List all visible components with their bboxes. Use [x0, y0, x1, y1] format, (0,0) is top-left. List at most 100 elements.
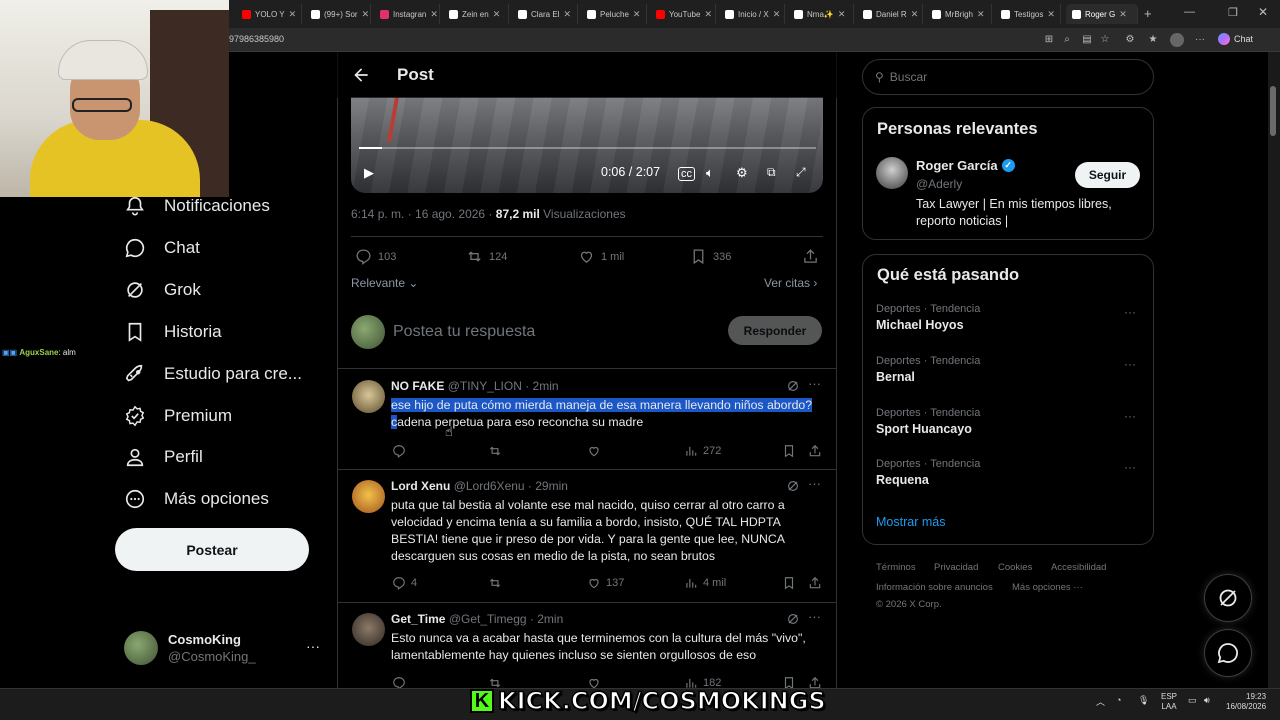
scrollbar[interactable]	[1268, 52, 1280, 688]
browser-tab[interactable]: Inicio / X ✕	[719, 4, 785, 24]
like-stat[interactable]: 1 mil	[578, 248, 624, 265]
tab-close-icon[interactable]: ✕	[977, 9, 985, 20]
person-name[interactable]: Roger García ✓	[916, 158, 1015, 173]
browser-tab[interactable]: Instagran ✕	[374, 4, 440, 24]
trend-more-icon[interactable]: ···	[1124, 305, 1136, 319]
close-window-button[interactable]: ✕	[1258, 5, 1268, 19]
zoom-icon[interactable]: ⌕	[1060, 33, 1074, 47]
tab-close-icon[interactable]: ✕	[773, 9, 781, 20]
trend-item[interactable]: Deportes · Tendencia Bernal	[876, 355, 980, 384]
tab-close-icon[interactable]: ✕	[1119, 9, 1127, 20]
tray-app-icon[interactable]: ◔	[1116, 695, 1121, 705]
reply-more-icon[interactable]: ···	[808, 476, 821, 491]
nav-item-más[interactable]: Más opciones	[124, 483, 269, 515]
speaker-icon[interactable]: 🔊︎	[1204, 695, 1210, 706]
extension-icon[interactable]: ⚙	[1123, 33, 1137, 47]
nav-item-chat[interactable]: Chat	[124, 232, 200, 264]
reply-avatar[interactable]	[352, 380, 385, 413]
reply-more-icon[interactable]: ···	[808, 376, 821, 391]
browser-tab[interactable]: (99+) Sor ✕	[305, 4, 371, 24]
browser-tab[interactable]: Nma✨ ✕	[788, 4, 854, 24]
share-action[interactable]	[808, 576, 822, 590]
grok-fab[interactable]	[1204, 574, 1252, 622]
repost-action[interactable]	[488, 576, 507, 590]
post-button[interactable]: Postear	[115, 528, 309, 571]
footer-link[interactable]: Más opciones ···	[1012, 582, 1083, 593]
grok-explain-icon[interactable]	[786, 612, 800, 626]
like-action[interactable]	[587, 444, 606, 458]
minimize-button[interactable]: —	[1184, 6, 1195, 18]
views-action[interactable]: 4 mil	[684, 576, 726, 590]
views-action[interactable]: 272	[684, 444, 721, 458]
network-icon[interactable]: ▭	[1188, 695, 1197, 706]
captions-icon[interactable]: cc	[678, 167, 695, 181]
tab-close-icon[interactable]: ✕	[704, 9, 712, 20]
reply-more-icon[interactable]: ···	[808, 609, 821, 624]
mic-icon[interactable]: 🎙︎	[1138, 695, 1149, 706]
footer-link[interactable]: Cookies	[998, 562, 1032, 573]
reply-author[interactable]: NO FAKE	[391, 379, 444, 393]
bookmark-action[interactable]	[782, 576, 796, 590]
person-avatar[interactable]	[876, 157, 908, 189]
reply-action[interactable]: 4	[392, 576, 417, 590]
share-action[interactable]	[808, 444, 822, 458]
back-arrow-icon[interactable]	[351, 65, 371, 85]
reply-action[interactable]	[392, 444, 411, 458]
trend-more-icon[interactable]: ···	[1124, 357, 1136, 371]
trend-item[interactable]: Deportes · Tendencia Sport Huancayo	[876, 407, 980, 436]
grok-explain-icon[interactable]	[786, 379, 800, 393]
footer-link[interactable]: Información sobre anuncios	[876, 582, 993, 593]
tab-close-icon[interactable]: ✕	[1047, 9, 1055, 20]
show-more-link[interactable]: Mostrar más	[876, 515, 945, 529]
messages-fab[interactable]	[1204, 629, 1252, 677]
sort-replies-dropdown[interactable]: Relevante ⌄	[351, 276, 418, 290]
scrollbar-thumb[interactable]	[1270, 86, 1276, 136]
favorite-star-icon[interactable]: ☆	[1098, 33, 1112, 47]
browser-tab[interactable]: Testigos ✕	[995, 4, 1061, 24]
bookmark-stat[interactable]: 336	[690, 248, 731, 265]
clock[interactable]: 19:23 16/08/2026	[1226, 692, 1266, 712]
footer-link[interactable]: Accesibilidad	[1051, 562, 1106, 573]
url-field[interactable]: 97986385980	[229, 34, 284, 44]
browser-tab[interactable]: Zein en ✕	[443, 4, 509, 24]
tab-close-icon[interactable]: ✕	[911, 9, 919, 20]
like-action[interactable]: 137	[587, 576, 624, 590]
tab-close-icon[interactable]: ✕	[563, 9, 571, 20]
browser-tab[interactable]: Daniel R ✕	[857, 4, 923, 24]
browser-tab[interactable]: Peluche ✕	[581, 4, 647, 24]
reader-icon[interactable]: ▤	[1080, 33, 1094, 47]
trend-item[interactable]: Deportes · Tendencia Michael Hoyos	[876, 303, 980, 332]
browser-tab[interactable]: MrBrigh ✕	[926, 4, 992, 24]
repost-stat[interactable]: 124	[466, 248, 507, 265]
bookmark-action[interactable]	[782, 444, 796, 458]
reply-author[interactable]: Get_Time	[391, 612, 445, 626]
browser-tab[interactable]: YOLO Y ✕	[236, 4, 302, 24]
footer-link[interactable]: Privacidad	[934, 562, 978, 573]
tab-close-icon[interactable]: ✕	[362, 9, 370, 20]
tab-close-icon[interactable]: ✕	[493, 9, 501, 20]
follow-button[interactable]: Seguir	[1075, 162, 1140, 188]
tab-close-icon[interactable]: ✕	[289, 9, 297, 20]
favorites-icon[interactable]: ★	[1146, 33, 1160, 47]
account-more-icon[interactable]: ···	[306, 638, 320, 654]
copilot-chat-button[interactable]: Chat	[1218, 33, 1253, 45]
reply-author[interactable]: Lord Xenu	[391, 479, 450, 493]
video-progress-bar[interactable]	[359, 147, 816, 149]
trend-more-icon[interactable]: ···	[1124, 460, 1136, 474]
search-input[interactable]: ⚲ Buscar	[862, 59, 1154, 95]
footer-link[interactable]: Términos	[876, 562, 916, 573]
pip-icon[interactable]: ⧉	[767, 165, 776, 180]
reply-avatar[interactable]	[352, 613, 385, 646]
trend-more-icon[interactable]: ···	[1124, 409, 1136, 423]
tab-close-icon[interactable]: ✕	[633, 9, 641, 20]
reply-submit-button[interactable]: Responder	[728, 316, 822, 345]
reply-stat[interactable]: 103	[355, 248, 396, 265]
new-tab-button[interactable]: +	[1144, 6, 1152, 21]
browser-tab[interactable]: Clara El ✕	[512, 4, 578, 24]
share-stat[interactable]	[802, 248, 819, 265]
video-player[interactable]	[351, 97, 823, 193]
language-indicator[interactable]: ESP LAA	[1161, 692, 1177, 712]
nav-item-historia[interactable]: Historia	[124, 316, 222, 348]
play-icon[interactable]: ▶	[364, 165, 374, 181]
volume-icon[interactable]: 🔈︎	[706, 165, 714, 181]
